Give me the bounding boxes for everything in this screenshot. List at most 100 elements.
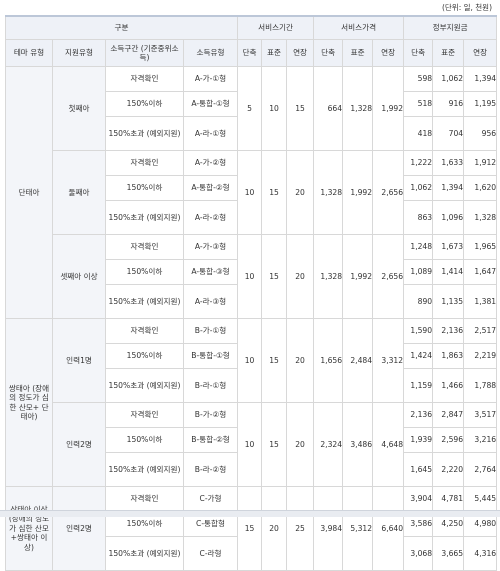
income-type-cell: B-라-①형 [182,368,239,403]
support-extended-cell: 1,620 [463,175,498,201]
support-short-cell: 418 [403,116,434,151]
income-range-cell: 150%이하 [105,427,184,453]
period-extended-cell: 25 [286,486,315,571]
period-extended-cell: 20 [286,318,315,403]
theme-cell: 쌍태아 (장애의 정도가 심한 산모+ 단태아) [5,318,53,487]
support-standard-cell: 1,466 [432,368,465,403]
support-standard-cell: 1,633 [432,150,465,176]
header-price-extended: 연장 [372,39,405,67]
income-type-cell: A-통합-①형 [182,91,239,117]
support-type-cell: 인력2명 [52,402,106,487]
income-type-cell: B-통합-①형 [182,343,239,369]
price-short-cell: 1,656 [313,318,344,403]
price-extended-cell: 2,656 [372,150,405,235]
support-standard-cell: 2,136 [432,318,465,344]
support-extended-cell: 2,517 [463,318,498,344]
income-range-cell: 자격확인 [105,318,184,344]
table-row: 삼태아 이상 (장애의 정도가 심한 산모+쌍태아 이상)인력2명자격확인C-가… [5,486,498,571]
income-range-cell: 150%초과 (예외지원) [105,200,184,235]
header-price-short: 단축 [313,39,344,67]
income-type-cell: A-통합-②형 [182,175,239,201]
support-short-cell: 1,248 [403,234,434,260]
income-range-cell: 150%이하 [105,175,184,201]
period-extended-cell: 20 [286,150,315,235]
support-extended-cell: 5,445 [463,486,498,512]
support-type-cell: 셋째아 이상 [52,234,106,319]
income-range-cell: 150%이하 [105,259,184,285]
income-type-cell: C-가형 [182,486,239,512]
period-short-cell: 10 [237,402,263,487]
table-row: 쌍태아 (장애의 정도가 심한 산모+ 단태아) 인력1명 자격확인 B-가-①형 10… [5,318,498,487]
header-theme-type: 테마 유형 [5,39,53,67]
header-period-standard: 표준 [261,39,288,67]
support-short-cell: 2,136 [403,402,434,428]
support-extended-cell: 1,788 [463,368,498,403]
support-standard-cell: 1,863 [432,343,465,369]
support-extended-cell: 1,394 [463,66,498,92]
support-extended-cell: 1,965 [463,234,498,260]
price-standard-cell: 5,312 [342,486,374,571]
support-short-cell: 1,424 [403,343,434,369]
support-standard-cell: 3,665 [432,536,465,571]
header-gov-support: 정부지원금 [403,15,498,40]
income-type-cell: B-통합-②형 [182,427,239,453]
price-standard-cell: 1,992 [342,234,374,319]
support-short-cell: 1,222 [403,150,434,176]
period-short-cell: 10 [237,234,263,319]
support-extended-cell: 2,219 [463,343,498,369]
price-short-cell: 3,984 [313,486,344,571]
period-standard-cell: 15 [261,234,288,319]
header-income-type: 소득유형 [182,39,239,67]
income-range-cell: 150%초과 (예외지원) [105,368,184,403]
support-standard-cell: 2,220 [432,452,465,487]
support-extended-cell: 3,216 [463,427,498,453]
support-short-cell: 1,089 [403,259,434,285]
income-type-cell: A-가-①형 [182,66,239,92]
price-extended-cell: 6,640 [372,486,405,571]
header-gubun: 구분 [4,15,239,40]
period-extended-cell: 20 [286,234,315,319]
period-standard-cell: 20 [261,486,288,571]
price-short-cell: 1,328 [313,150,344,235]
income-type-cell: B-가-①형 [182,318,239,344]
support-standard-cell: 1,673 [432,234,465,260]
bottom-scroll-strip [0,510,500,517]
income-type-cell: B-라-②형 [182,452,239,487]
support-extended-cell: 1,647 [463,259,498,285]
support-short-cell: 1,062 [403,175,434,201]
period-standard-cell: 10 [261,66,288,151]
period-short-cell: 10 [237,150,263,235]
support-extended-cell: 4,316 [463,536,498,571]
table-body: 단태아 첫째아 자격확인 A-가-①형 5 10 15 664 1,328 1,992 598 1,0… [5,66,498,571]
support-extended-cell: 1,912 [463,150,498,176]
unit-note: (단위: 일, 천원) [441,3,492,12]
income-range-cell: 150%초과 (예외지원) [105,116,184,151]
income-type-cell: A-라-①형 [182,116,239,151]
period-short-cell: 10 [237,318,263,403]
period-standard-cell: 15 [261,402,288,487]
support-type-cell: 인력1명 [52,318,106,403]
header-service-period: 서비스기간 [237,15,315,40]
period-short-cell: 15 [237,486,263,571]
price-standard-cell: 1,328 [342,66,374,151]
period-extended-cell: 20 [286,402,315,487]
income-type-cell: A-라-②형 [182,200,239,235]
income-range-cell: 자격확인 [105,402,184,428]
income-range-cell: 자격확인 [105,150,184,176]
support-short-cell: 3,068 [403,536,434,571]
header-income-range: 소득구간 (기준중위소득) [105,39,184,67]
support-short-cell: 863 [403,200,434,235]
support-type-cell: 인력2명 [52,486,106,571]
income-range-cell: 150%초과 (예외지원) [105,284,184,319]
header-support-extended: 연장 [463,39,498,67]
support-standard-cell: 916 [432,91,465,117]
support-extended-cell: 3,517 [463,402,498,428]
support-short-cell: 1,159 [403,368,434,403]
table-row: 단태아 첫째아 자격확인 A-가-①형 5 10 15 664 1,328 1,992 598 1,0… [5,66,498,319]
support-short-cell: 1,939 [403,427,434,453]
period-standard-cell: 15 [261,318,288,403]
support-extended-cell: 956 [463,116,498,151]
header-period-extended: 연장 [286,39,315,67]
support-type-cell: 첫째아 [52,66,106,151]
theme-cell: 삼태아 이상 (장애의 정도가 심한 산모+쌍태아 이상) [5,486,53,571]
